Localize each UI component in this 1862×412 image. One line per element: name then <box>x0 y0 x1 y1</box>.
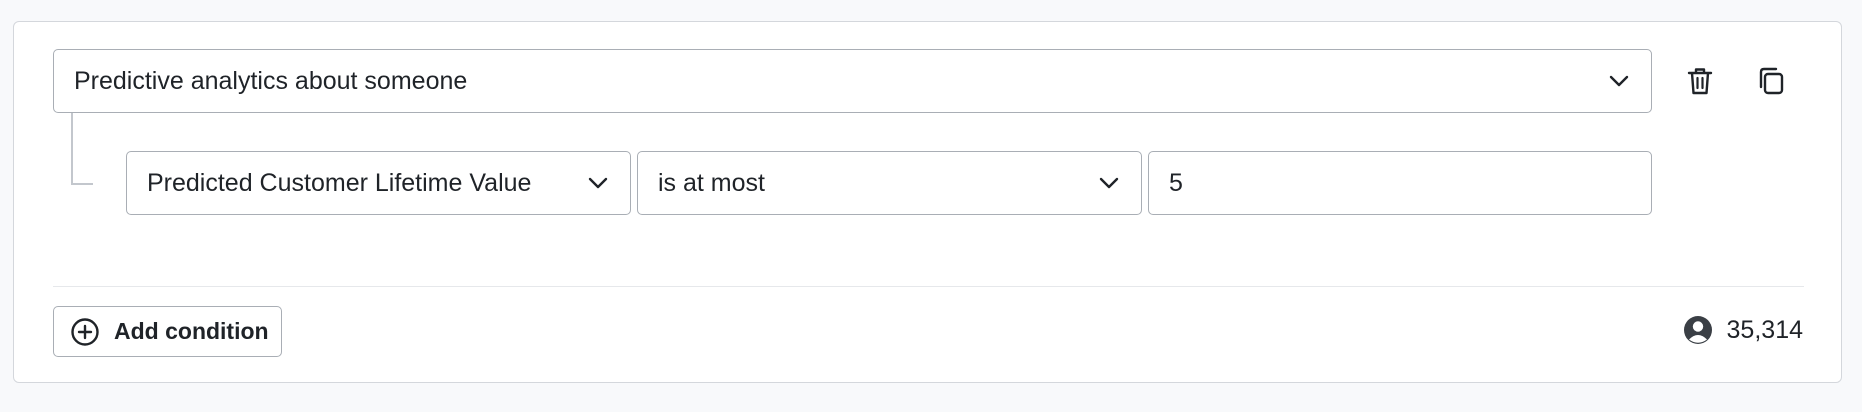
profile-count: 35,314 <box>1683 315 1803 345</box>
tree-connector <box>71 113 93 185</box>
copy-button[interactable] <box>1751 61 1791 101</box>
value-input[interactable]: 5 <box>1148 151 1652 215</box>
value-input-text: 5 <box>1169 168 1183 197</box>
plus-circle-icon <box>71 317 99 346</box>
property-select[interactable]: Predicted Customer Lifetime Value <box>126 151 631 215</box>
dimension-select-value: Predictive analytics about someone <box>74 66 468 95</box>
dimension-select[interactable]: Predictive analytics about someone <box>53 49 1652 113</box>
add-condition-button[interactable]: Add condition <box>53 306 282 357</box>
profile-count-value: 35,314 <box>1726 315 1803 344</box>
condition-card: Predictive analytics about someone Predi… <box>13 21 1842 383</box>
user-circle-icon <box>1683 316 1712 344</box>
operator-select-value: is at most <box>658 168 765 197</box>
operator-select[interactable]: is at most <box>637 151 1142 215</box>
copy-icon <box>1759 67 1784 95</box>
delete-button[interactable] <box>1680 61 1720 101</box>
chevron-down-icon <box>588 177 608 189</box>
chevron-down-icon <box>1609 75 1629 87</box>
trash-icon <box>1687 68 1713 95</box>
divider <box>53 286 1804 287</box>
chevron-down-icon <box>1099 177 1119 189</box>
property-select-value: Predicted Customer Lifetime Value <box>147 168 532 197</box>
add-condition-label: Add condition <box>114 318 269 344</box>
